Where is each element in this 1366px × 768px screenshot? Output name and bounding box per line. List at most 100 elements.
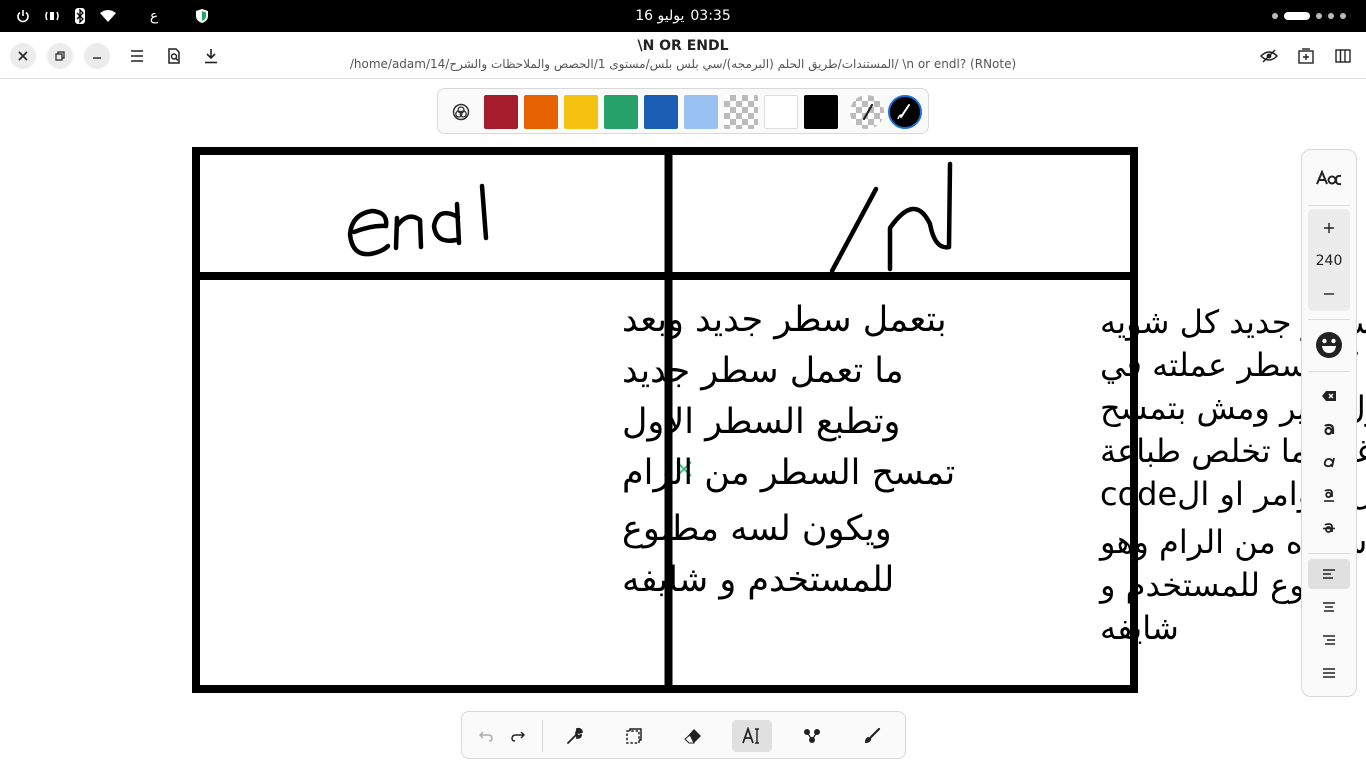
align-right-icon	[1323, 635, 1335, 645]
color-swatch-orange[interactable]	[524, 95, 558, 129]
main-menu-button[interactable]	[124, 43, 150, 69]
pen-icon	[897, 104, 910, 120]
workspace-indicator[interactable]	[1272, 12, 1346, 20]
document-search-icon	[168, 48, 180, 64]
bluetooth-icon[interactable]	[70, 6, 90, 26]
selector-button[interactable]	[614, 720, 654, 752]
add-page-icon	[1298, 48, 1314, 64]
align-center-icon	[1323, 602, 1335, 612]
audio-icon[interactable]	[42, 6, 62, 26]
open-document-button[interactable]	[161, 43, 187, 69]
new-page-button[interactable]	[1293, 43, 1319, 69]
document-title: \N OR ENDL	[637, 38, 729, 54]
left-cell-line: ويكون لسه مطبوع	[622, 509, 892, 549]
panel-separator	[1308, 319, 1350, 320]
workspace-dot[interactable]	[1272, 13, 1278, 19]
minimize-icon	[93, 57, 101, 59]
emoji-picker-button[interactable]	[1308, 330, 1350, 360]
tools-button[interactable]	[555, 720, 595, 752]
power-icon[interactable]	[13, 6, 33, 26]
underline-button[interactable]	[1308, 480, 1350, 510]
color-swatch-blue[interactable]	[644, 95, 678, 129]
close-window-button[interactable]	[10, 43, 36, 69]
backspace-icon	[1322, 391, 1336, 401]
toolbar-separator	[542, 720, 543, 752]
color-circles-icon	[452, 103, 470, 121]
redo-icon	[511, 731, 525, 742]
stroke-color-button[interactable]	[888, 95, 922, 129]
bucket-icon	[862, 103, 874, 121]
align-center-button[interactable]	[1308, 592, 1350, 622]
restore-icon	[55, 51, 65, 61]
close-icon	[18, 51, 28, 61]
workspace-dot-active[interactable]	[1284, 12, 1310, 20]
document-page[interactable]: بتعمل سطر جديد وبعد ما تعمل سطر جديد وتط…	[0, 80, 1366, 768]
align-left-button[interactable]	[1308, 559, 1350, 589]
left-cell-line: تمسح السطر من الرام	[622, 453, 955, 493]
panel-separator	[1308, 371, 1350, 372]
align-right-button[interactable]	[1308, 625, 1350, 655]
font-icon	[1316, 170, 1342, 186]
wifi-icon[interactable]	[98, 6, 118, 26]
minimize-window-button[interactable]	[84, 43, 110, 69]
eraser-button[interactable]	[673, 720, 713, 752]
shield-icon[interactable]	[192, 6, 212, 26]
color-swatch-black[interactable]	[804, 95, 838, 129]
save-document-button[interactable]	[198, 43, 224, 69]
text-style-panel: 240	[1301, 149, 1357, 697]
color-swatch-transparent[interactable]	[724, 95, 758, 129]
color-swatch-red[interactable]	[484, 95, 518, 129]
wrench-icon	[567, 727, 584, 744]
clock[interactable]: 16 يوليو 03:35	[600, 0, 766, 32]
selection-icon	[626, 728, 642, 744]
shaper-button[interactable]	[792, 720, 832, 752]
panel-separator	[1308, 205, 1350, 206]
font-picker-button[interactable]	[1308, 163, 1350, 193]
tools-toolbar	[461, 711, 906, 759]
toggle-sidebar-button[interactable]	[1330, 43, 1356, 69]
drawing-canvas[interactable]: بتعمل سطر جديد وبعد ما تعمل سطر جديد وتط…	[0, 80, 1366, 768]
workspace-dot[interactable]	[1340, 13, 1346, 19]
italic-button[interactable]	[1308, 447, 1350, 477]
hamburger-menu-icon	[131, 50, 143, 62]
right-cell-line: شايفه	[1100, 609, 1179, 647]
text-tool-button[interactable]	[732, 720, 772, 752]
window-title-area: \N OR ENDL /home/adam/14/المستندات/طريق …	[340, 36, 1026, 72]
brush-button[interactable]	[852, 720, 892, 752]
increase-font-size-button[interactable]	[1308, 213, 1350, 243]
download-icon	[205, 49, 217, 64]
header-bar: \N OR ENDL /home/adam/14/المستندات/طريق …	[0, 32, 1366, 79]
bold-button[interactable]	[1308, 414, 1350, 444]
redo-button[interactable]	[498, 720, 538, 752]
align-left-icon	[1323, 569, 1335, 579]
document-path: /home/adam/14/المستندات/طريق الحلم (البر…	[349, 57, 1017, 71]
color-mixer-button[interactable]	[448, 99, 474, 125]
align-justify-icon	[1323, 668, 1335, 678]
underline-icon	[1324, 489, 1334, 502]
color-swatch-yellow[interactable]	[564, 95, 598, 129]
color-swatch-white[interactable]	[764, 95, 798, 129]
font-size-value[interactable]: 240	[1308, 246, 1350, 276]
fill-color-button[interactable]	[850, 95, 884, 129]
text-cursor-icon	[742, 727, 759, 744]
decrease-font-size-button[interactable]	[1308, 279, 1350, 309]
toggle-visibility-button[interactable]	[1256, 43, 1282, 69]
color-swatch-green[interactable]	[604, 95, 638, 129]
minus-icon	[1324, 293, 1334, 295]
workspace-dot[interactable]	[1316, 13, 1322, 19]
sidebar-icon	[1335, 49, 1351, 63]
align-justify-button[interactable]	[1308, 658, 1350, 688]
strikethrough-icon	[1323, 523, 1335, 533]
emoji-icon	[1316, 332, 1342, 358]
color-swatch-light-blue[interactable]	[684, 95, 718, 129]
time-label: 03:35	[690, 8, 731, 24]
workspace-dot[interactable]	[1328, 13, 1334, 19]
brush-icon	[865, 727, 881, 743]
panel-separator	[1308, 553, 1350, 554]
clear-formatting-button[interactable]	[1308, 381, 1350, 411]
strikethrough-button[interactable]	[1308, 513, 1350, 543]
system-top-bar: ع 16 يوليو 03:35	[0, 0, 1366, 32]
restore-window-button[interactable]	[47, 43, 73, 69]
keyboard-layout-indicator[interactable]: ع	[144, 6, 164, 26]
left-cell-line: بتعمل سطر جديد وبعد	[622, 300, 947, 340]
